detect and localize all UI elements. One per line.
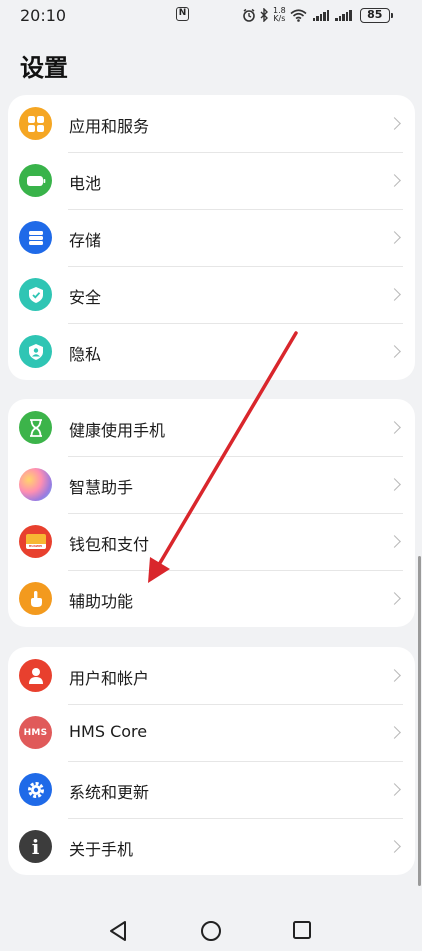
- settings-item-label: 系统和更新: [69, 783, 150, 802]
- settings-item-apps-services[interactable]: 应用和服务: [8, 95, 415, 152]
- settings-item-wallet-payment[interactable]: HUAWEI 钱包和支付: [8, 513, 415, 570]
- battery-icon: [19, 164, 52, 197]
- signal-icon-1: [312, 9, 330, 21]
- settings-group-3: 用户和帐户 HMS HMS Core 系统和更新 i 关于手机: [8, 647, 415, 875]
- chevron-right-icon: [388, 535, 401, 548]
- settings-item-label: 应用和服务: [69, 117, 150, 136]
- chevron-right-icon: [388, 478, 401, 491]
- status-bar: 20:10 N 1.8 K/s 85: [0, 0, 422, 30]
- alarm-icon: [243, 8, 255, 22]
- signal-icon-2: [335, 9, 352, 21]
- settings-item-users-accounts[interactable]: 用户和帐户: [8, 647, 415, 704]
- chevron-right-icon: [388, 288, 401, 301]
- chevron-right-icon: [388, 669, 401, 682]
- net-speed: 1.8 K/s: [273, 7, 286, 23]
- apps-icon: [19, 107, 52, 140]
- settings-item-hms-core[interactable]: HMS HMS Core: [8, 704, 415, 761]
- settings-item-digital-balance[interactable]: 健康使用手机: [8, 399, 415, 456]
- navigation-bar: [0, 900, 422, 951]
- chevron-right-icon: [388, 231, 401, 244]
- chevron-right-icon: [388, 726, 401, 739]
- settings-group-2: 健康使用手机 智慧助手 HUAWEI 钱包和支付 辅助功能: [8, 399, 415, 627]
- chevron-right-icon: [388, 117, 401, 130]
- wallet-icon: HUAWEI: [19, 525, 52, 558]
- storage-icon: [19, 221, 52, 254]
- settings-item-about-phone[interactable]: i 关于手机: [8, 818, 415, 875]
- settings-item-label: 智慧助手: [69, 478, 134, 497]
- settings-item-security[interactable]: 安全: [8, 266, 415, 323]
- chevron-right-icon: [388, 421, 401, 434]
- wifi-icon: [290, 8, 307, 22]
- settings-item-label: 电池: [69, 174, 102, 193]
- settings-item-label: HMS Core: [69, 722, 148, 741]
- chevron-right-icon: [388, 783, 401, 796]
- settings-item-system-updates[interactable]: 系统和更新: [8, 761, 415, 818]
- settings-item-accessibility[interactable]: 辅助功能: [8, 570, 415, 627]
- settings-group-1: 应用和服务 电池 存储 安全 隐私: [8, 95, 415, 380]
- chevron-right-icon: [388, 345, 401, 358]
- scrollbar[interactable]: [418, 556, 421, 886]
- settings-item-label: 关于手机: [69, 840, 134, 859]
- settings-item-label: 辅助功能: [69, 592, 134, 611]
- settings-item-assistant[interactable]: 智慧助手: [8, 456, 415, 513]
- settings-item-label: 用户和帐户: [69, 669, 150, 688]
- gear-icon: [19, 773, 52, 806]
- status-icons: 1.8 K/s 85: [242, 5, 393, 25]
- page-title: 设置: [20, 54, 68, 82]
- chevron-right-icon: [388, 592, 401, 605]
- hand-icon: [19, 582, 52, 615]
- battery-indicator: 85: [359, 7, 393, 23]
- settings-item-label: 安全: [69, 288, 102, 307]
- hms-icon: HMS: [19, 716, 52, 749]
- privacy-icon: [19, 335, 52, 368]
- net-speed-unit: K/s: [273, 14, 286, 23]
- chevron-right-icon: [388, 840, 401, 853]
- settings-item-label: 健康使用手机: [69, 421, 166, 440]
- settings-item-privacy[interactable]: 隐私: [8, 323, 415, 380]
- back-icon[interactable]: [108, 920, 128, 942]
- chevron-right-icon: [388, 174, 401, 187]
- bluetooth-icon: [260, 8, 268, 22]
- settings-item-battery[interactable]: 电池: [8, 152, 415, 209]
- assistant-icon: [19, 468, 52, 501]
- user-icon: [19, 659, 52, 692]
- hourglass-icon: [19, 411, 52, 444]
- settings-item-storage[interactable]: 存储: [8, 209, 415, 266]
- shield-icon: [19, 278, 52, 311]
- recents-icon[interactable]: [292, 920, 312, 940]
- settings-item-label: 钱包和支付: [69, 535, 150, 554]
- wallet-icon-text: HUAWEI: [25, 544, 46, 549]
- home-icon[interactable]: [200, 920, 222, 942]
- info-icon: i: [19, 830, 52, 863]
- status-time: 20:10: [20, 6, 67, 25]
- settings-item-label: 隐私: [69, 345, 102, 364]
- nfc-icon: N: [176, 7, 189, 21]
- settings-item-label: 存储: [69, 231, 102, 250]
